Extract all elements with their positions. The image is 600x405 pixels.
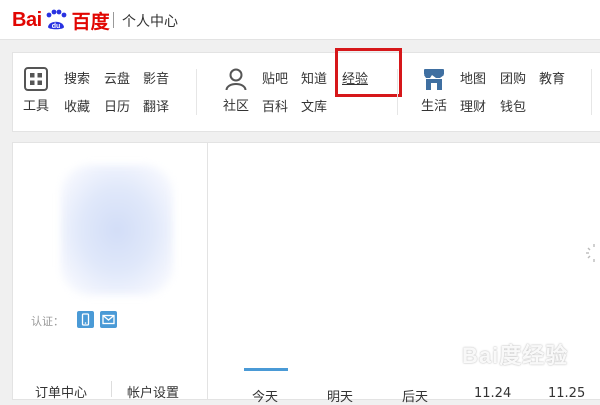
verify-label: 认证： [31,315,64,328]
link-wallet[interactable]: 钱包 [500,96,526,115]
profile-card: 认证： 订单中心 帐户设置 [12,142,208,401]
link-zhidao[interactable]: 知道 [301,68,327,87]
tab-tomorrow[interactable]: 明天 [327,386,353,405]
grid-icon [24,67,48,91]
header-divider [113,12,114,28]
nav-divider [397,69,398,115]
phone-verify-icon[interactable] [77,311,94,328]
nav-divider [196,69,197,115]
tab-today[interactable]: 今天 [252,386,278,405]
link-search[interactable]: 搜索 [64,68,90,87]
paw-icon: du [46,9,67,30]
link-wenku[interactable]: 文库 [301,96,327,115]
link-tieba[interactable]: 贴吧 [262,68,288,87]
link-finance[interactable]: 理财 [460,96,486,115]
page-title: 个人中心 [122,14,178,30]
account-settings-link[interactable]: 帐户设置 [127,382,179,401]
link-cloud-disk[interactable]: 云盘 [104,68,130,87]
service-nav: 工具 搜索 云盘 影音 收藏 日历 翻译 社区 贴吧 知道 经验 百科 文库 生… [12,48,600,132]
person-icon [225,68,247,91]
tab-day-after[interactable]: 后天 [402,386,428,405]
community-group[interactable]: 社区 [223,67,249,114]
link-education[interactable]: 教育 [539,68,565,87]
link-calendar[interactable]: 日历 [104,96,130,115]
logo-text-bai: Bai [12,8,42,31]
nav-divider [591,69,592,115]
shop-icon [424,69,444,90]
link-video[interactable]: 影音 [143,68,169,87]
life-group[interactable]: 生活 [421,67,447,114]
community-label: 社区 [223,99,250,114]
link-translate[interactable]: 翻译 [143,96,169,115]
link-favorites[interactable]: 收藏 [64,96,90,115]
tools-label: 工具 [23,99,50,114]
link-group-buy[interactable]: 团购 [500,68,526,87]
life-label: 生活 [421,99,448,114]
avatar[interactable] [61,165,173,295]
watermark: Bai度经验 [462,343,569,368]
tab-date-1124[interactable]: 11.24 [474,386,511,401]
sun-icon [586,244,595,262]
link-map[interactable]: 地图 [460,68,486,87]
baidu-logo[interactable]: Bai du 百度 [12,8,110,33]
tab-date-1125[interactable]: 11.25 [548,386,585,401]
email-verify-icon[interactable] [100,311,117,328]
tools-group[interactable]: 工具 [23,67,49,114]
link-baike[interactable]: 百科 [262,96,288,115]
highlight-box [335,48,402,97]
top-header: Bai du 百度 个人中心 [0,0,600,40]
logo-text-du: du [51,23,60,30]
link-divider [111,381,112,397]
orders-link[interactable]: 订单中心 [35,382,87,401]
tab-indicator [244,368,288,371]
logo-text-cn: 百度 [71,10,110,33]
